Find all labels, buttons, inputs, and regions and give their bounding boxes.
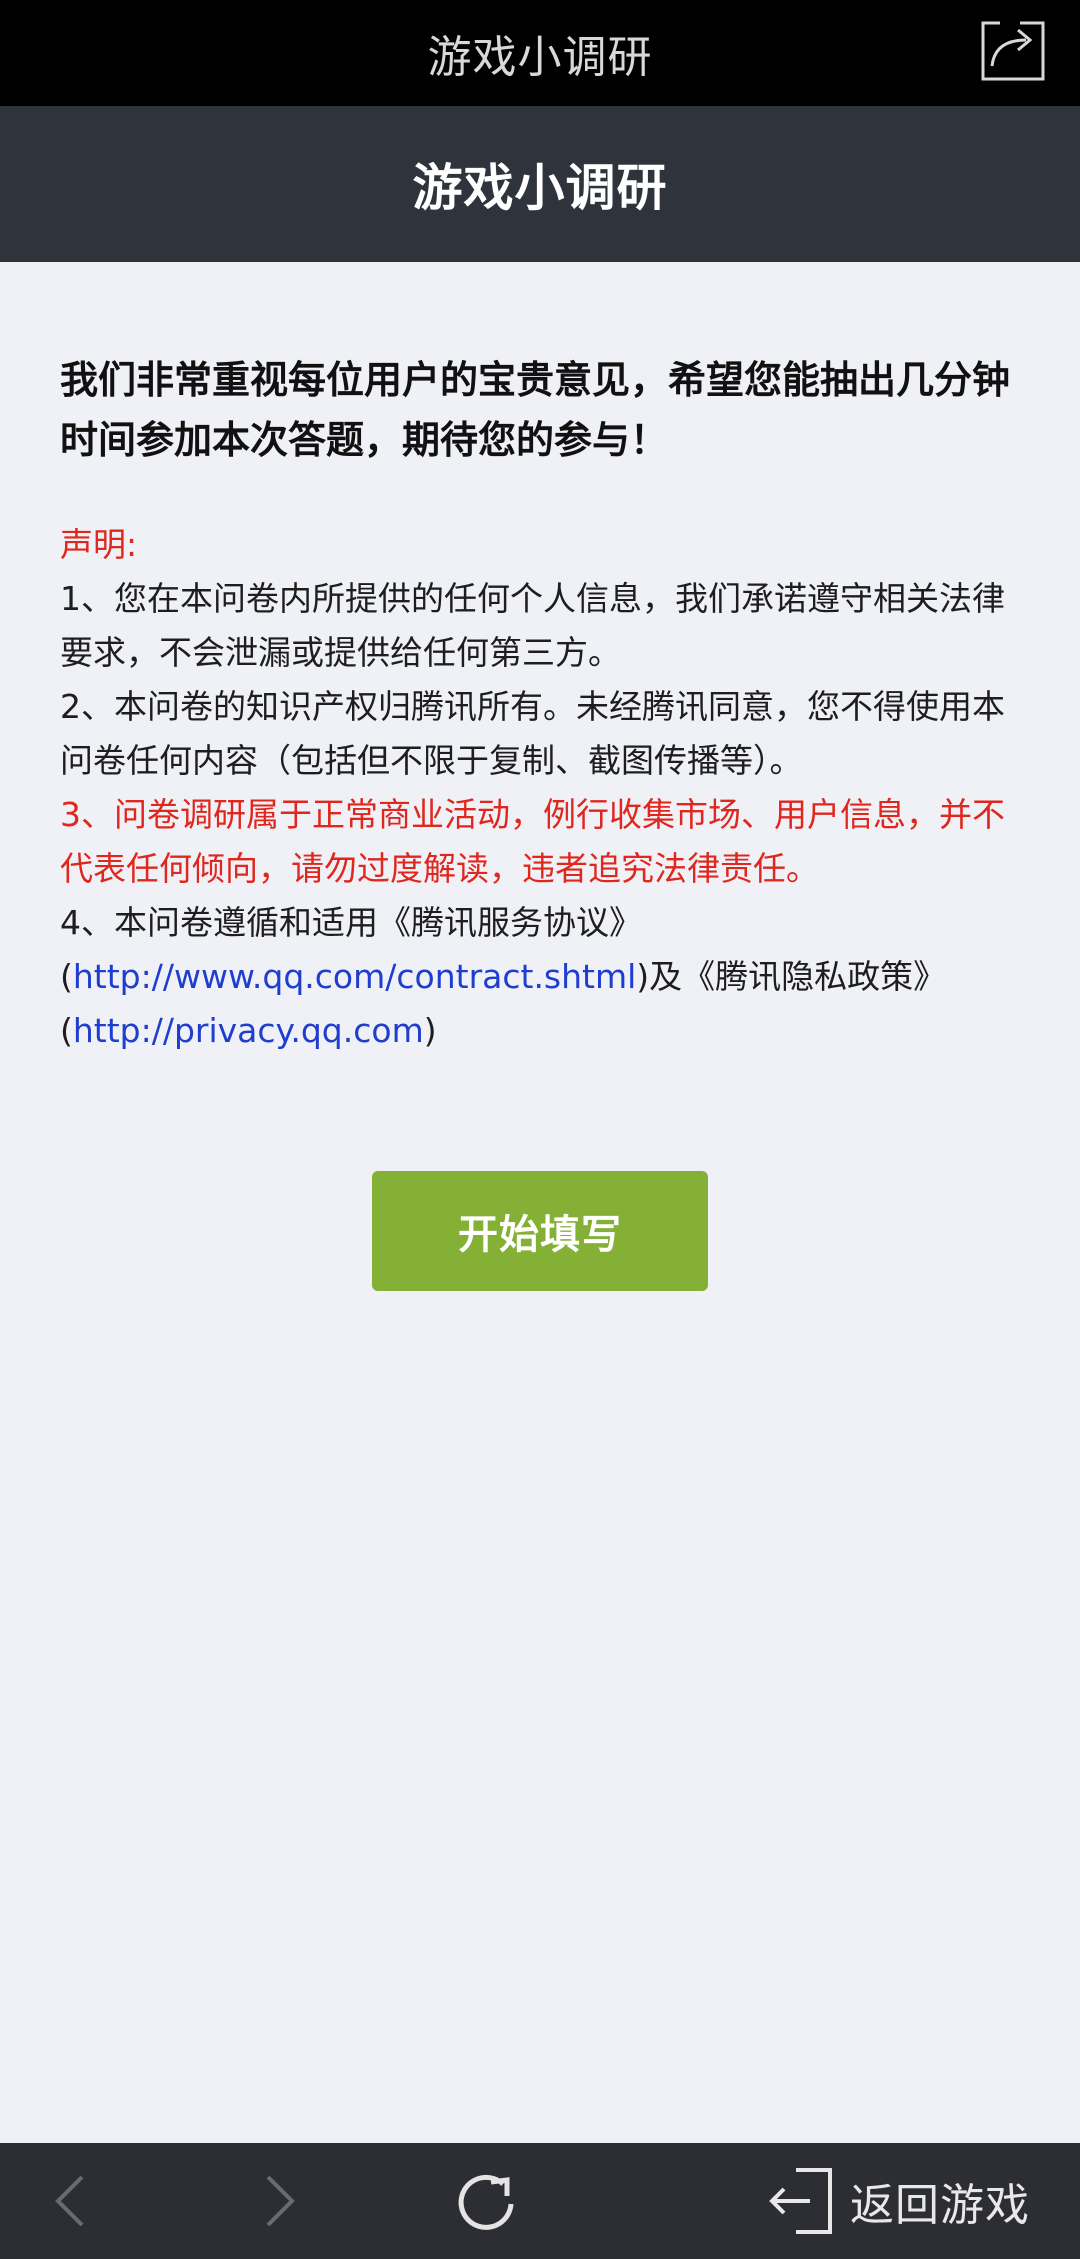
- statement-heading: 声明:: [60, 525, 138, 564]
- statement-item-2: 2、本问卷的知识产权归腾讯所有。未经腾讯同意，您不得使用本问卷任何内容（包括但不…: [60, 687, 1005, 780]
- statement-item-1: 1、您在本问卷内所提供的任何个人信息，我们承诺遵守相关法律要求，不会泄漏或提供给…: [60, 579, 1005, 672]
- bottom-nav-bar: 返回游戏: [0, 2143, 1080, 2259]
- reload-icon: [458, 2174, 514, 2230]
- back-button[interactable]: [30, 2143, 110, 2259]
- chevron-left-icon: [55, 2175, 84, 2227]
- page-title: 游戏小调研: [412, 159, 668, 217]
- intro-text: 我们非常重视每位用户的宝贵意见，希望您能抽出几分钟时间参加本次答题，期待您的参与…: [60, 358, 1011, 462]
- reload-button[interactable]: [446, 2143, 526, 2259]
- statement-block: 声明: 1、您在本问卷内所提供的任何个人信息，我们承诺遵守相关法律要求，不会泄漏…: [60, 518, 1020, 1058]
- statement-item-3: 3、问卷调研属于正常商业活动，例行收集市场、用户信息，并不代表任何倾向，请勿过度…: [60, 795, 1005, 888]
- statement-item-4: 4、本问卷遵循和适用《腾讯服务协议》 (http://www.qq.com/co…: [60, 896, 1020, 1058]
- return-to-game-button[interactable]: 返回游戏: [766, 2143, 1030, 2259]
- statement-item-4-middle: )及《腾讯隐私政策》: [636, 957, 947, 996]
- window-title: 游戏小调研: [427, 32, 653, 83]
- share-button[interactable]: [980, 18, 1046, 84]
- statement-item-4-prefix: 4、本问卷遵循和适用《腾讯服务协议》: [60, 903, 642, 942]
- privacy-link[interactable]: http://privacy.qq.com: [73, 1011, 424, 1050]
- paren-open-2: (: [60, 1011, 73, 1050]
- window-title-bar: 游戏小调研: [0, 0, 1080, 106]
- start-button[interactable]: 开始填写: [372, 1171, 708, 1291]
- chevron-right-icon: [266, 2175, 295, 2227]
- survey-intro-content: 我们非常重视每位用户的宝贵意见，希望您能抽出几分钟时间参加本次答题，期待您的参与…: [60, 262, 1020, 1058]
- app: 游戏小调研 游戏小调研 我们非常重视每位用户的宝贵意见，希望您能抽出几分钟时间参…: [0, 0, 1080, 2259]
- exit-icon: [769, 2168, 832, 2234]
- paren-open-1: (: [60, 957, 73, 996]
- return-to-game-label: 返回游戏: [850, 2180, 1030, 2231]
- paren-close-2: ): [423, 1011, 437, 1050]
- share-icon: [981, 21, 1045, 81]
- page-header: 游戏小调研: [0, 106, 1080, 262]
- forward-button[interactable]: [240, 2143, 320, 2259]
- contract-link[interactable]: http://www.qq.com/contract.shtml: [73, 957, 636, 996]
